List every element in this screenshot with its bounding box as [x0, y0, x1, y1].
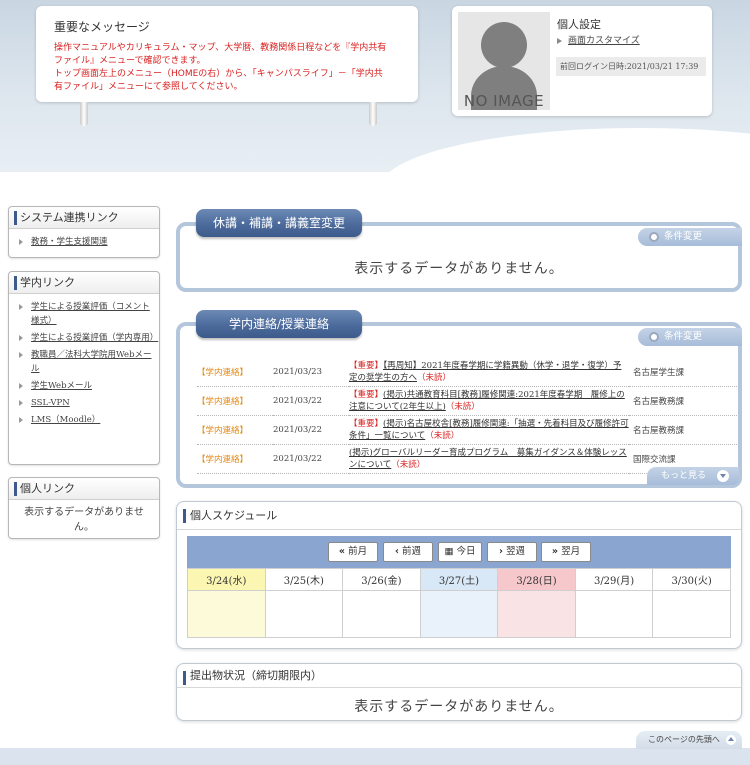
unread-badge: （未読） [391, 460, 426, 470]
unread-badge: （未読） [417, 373, 452, 383]
notice-link[interactable]: (掲示)名古屋校舎[教務]履修関連:「抽選・先着科目及び履修許可条件」一覧につい… [349, 419, 629, 441]
day-header-sunday[interactable]: 3/28(日) [497, 568, 576, 591]
cancellations-condition-button[interactable]: 条件変更 [638, 228, 742, 246]
system-link-academic[interactable]: 教務・学生支援関連 [31, 237, 108, 247]
prev-month-button[interactable]: «前月 [328, 542, 378, 562]
profile-settings-title: 個人設定 [557, 18, 601, 31]
header-hill-decoration [380, 128, 750, 172]
list-item: 学生Webメール [17, 379, 155, 393]
today-button[interactable]: ▦ 今日 [438, 542, 482, 562]
campus-links-list: 学生による授業評価（コメント様式） 学生による授業評価（学内専用） 教職員／法科… [9, 294, 159, 434]
notices-condition-button[interactable]: 条件変更 [638, 328, 742, 346]
screen-customize-link[interactable]: 画面カスタマイズ [568, 36, 640, 46]
table-row: 【学内連絡】 2021/03/22 【重要】(掲示)名古屋校舎[教務]履修関連:… [197, 415, 737, 445]
schedule-nav-bar: «前月 ‹ 前週 ▦ 今日 › 翌週 » 翌月 [187, 536, 731, 568]
campus-link-staff-webmail[interactable]: 教職員／法科大学院用Webメール [31, 350, 152, 374]
chevron-left-icon: ‹ [395, 546, 399, 557]
day-header-today[interactable]: 3/24(水) [187, 568, 266, 591]
day-header[interactable]: 3/29(月) [574, 568, 654, 591]
campus-link-student-webmail[interactable]: 学生Webメール [31, 381, 92, 391]
day-cell-sunday[interactable] [497, 590, 576, 638]
next-week-button[interactable]: › 翌週 [487, 542, 537, 562]
important-badge: 【重要】 [349, 390, 384, 400]
submissions-empty: 表示するデータがありません。 [354, 699, 564, 715]
personal-links-empty: 表示するデータがありません。 [24, 507, 144, 533]
day-header[interactable]: 3/30(火) [652, 568, 731, 591]
campus-link-lms[interactable]: LMS（Moodle） [31, 415, 100, 425]
footer-band [0, 748, 750, 765]
notices-panel: 条件変更 【学内連絡】 2021/03/23 【重要】【再周知】2021年度春学… [176, 322, 742, 488]
radio-dot-icon [649, 332, 659, 342]
system-links-title: システム連携リンク [9, 207, 159, 229]
message-title: 重要なメッセージ [54, 20, 150, 34]
no-image-label: NO IMAGE [463, 92, 545, 110]
avatar-head-icon [481, 22, 527, 68]
day-cell[interactable] [264, 590, 344, 638]
system-links-box: システム連携リンク 教務・学生支援関連 [8, 206, 160, 258]
more-notices-button[interactable]: もっと見る [647, 467, 739, 485]
list-item: 教職員／法科大学院用Webメール [17, 348, 155, 376]
campus-link-ssl-vpn[interactable]: SSL-VPN [31, 398, 70, 408]
tab-cancellations[interactable]: 休講・補講・講義室変更 [196, 209, 362, 237]
tab-notices[interactable]: 学内連絡/授業連絡 [196, 310, 362, 338]
table-row: 【学内連絡】 2021/03/23 【重要】【再周知】2021年度春学期に学籍異… [197, 358, 737, 387]
submissions-panel: 提出物状況（締切期限内） 表示するデータがありません。 [176, 663, 742, 721]
customize-link-row: 画面カスタマイズ [557, 33, 640, 46]
day-header[interactable]: 3/26(金) [342, 568, 421, 591]
system-links-list: 教務・学生支援関連 [9, 229, 159, 256]
chevron-down-icon [717, 470, 729, 482]
schedule-title: 個人スケジュール [177, 502, 741, 530]
day-cell[interactable] [574, 590, 654, 638]
double-chevron-right-icon: » [551, 546, 559, 557]
important-message-board: 重要なメッセージ 操作マニュアルやカリキュラム・マップ、大学暦、教務関係日程など… [36, 6, 418, 102]
day-header-row: 3/24(水) 3/25(木) 3/26(金) 3/27(土) 3/28(日) … [187, 568, 731, 591]
day-header[interactable]: 3/25(木) [264, 568, 344, 591]
notices-table: 【学内連絡】 2021/03/23 【重要】【再周知】2021年度春学期に学籍異… [197, 358, 737, 474]
calendar-icon: ▦ [444, 546, 454, 557]
day-header-saturday[interactable]: 3/27(土) [419, 568, 499, 591]
list-item: SSL-VPN [17, 396, 155, 410]
schedule-panel: 個人スケジュール «前月 ‹ 前週 ▦ 今日 › 翌週 » 翌月 3/24(水) 3/2… [176, 501, 742, 649]
notice-link[interactable]: (掲示)共通教育科目[教務]履修関連:2021年度春学期 履修上の注意について(… [349, 390, 625, 412]
campus-links-box: 学内リンク 学生による授業評価（コメント様式） 学生による授業評価（学内専用） … [8, 271, 160, 465]
board-post-left [80, 102, 88, 126]
chevron-up-icon [726, 735, 736, 745]
notice-link[interactable]: 【再周知】2021年度春学期に学籍異動（休学・退学・復学）予定の奨学生の方へ [349, 361, 621, 383]
list-item: LMS（Moodle） [17, 413, 155, 427]
profile-card: NO IMAGE 個人設定 画面カスタマイズ 前回ログイン日時:2021/03/… [452, 6, 712, 116]
submissions-title: 提出物状況（締切期限内） [177, 664, 741, 688]
last-login: 前回ログイン日時:2021/03/21 17:39 [556, 57, 706, 76]
message-text: 操作マニュアルやカリキュラム・マップ、大学暦、教務関係日程などを『学内共有 ファ… [54, 43, 387, 92]
table-row: 【学内連絡】 2021/03/22 【重要】(掲示)共通教育科目[教務]履修関連… [197, 386, 737, 416]
radio-dot-icon [649, 232, 659, 242]
important-badge: 【重要】 [349, 419, 384, 429]
list-item: 教務・学生支援関連 [17, 235, 155, 249]
back-to-top-button[interactable]: このページの先頭へ [636, 731, 742, 749]
day-cell-saturday[interactable] [419, 590, 499, 638]
campus-links-title: 学内リンク [9, 272, 159, 294]
important-badge: 【重要】 [349, 361, 384, 371]
chevron-right-icon: › [499, 546, 503, 557]
day-cell[interactable] [652, 590, 731, 638]
campus-link-eval-comment[interactable]: 学生による授業評価（コメント様式） [31, 302, 150, 326]
next-month-button[interactable]: » 翌月 [541, 542, 591, 562]
day-cell-today[interactable] [187, 590, 266, 638]
personal-links-box: 個人リンク 表示するデータがありません。 [8, 477, 160, 539]
day-cell-row [187, 590, 731, 638]
unread-badge: （未読） [445, 402, 480, 412]
unread-badge: （未読） [425, 431, 460, 441]
cancellations-empty: 表示するデータがありません。 [354, 261, 564, 277]
campus-link-eval-internal[interactable]: 学生による授業評価（学内専用） [31, 333, 158, 343]
day-cell[interactable] [342, 590, 421, 638]
list-item: 学生による授業評価（コメント様式） [17, 300, 155, 328]
board-post-right [369, 102, 377, 126]
list-item: 学生による授業評価（学内専用） [17, 331, 158, 345]
avatar: NO IMAGE [458, 12, 550, 110]
header: 重要なメッセージ 操作マニュアルやカリキュラム・マップ、大学暦、教務関係日程など… [0, 0, 750, 172]
triangle-right-icon [557, 37, 562, 44]
double-chevron-left-icon: « [338, 546, 346, 557]
personal-links-title: 個人リンク [9, 478, 159, 500]
schedule-week-table: 3/24(水) 3/25(木) 3/26(金) 3/27(土) 3/28(日) … [187, 568, 731, 638]
prev-week-button[interactable]: ‹ 前週 [383, 542, 433, 562]
